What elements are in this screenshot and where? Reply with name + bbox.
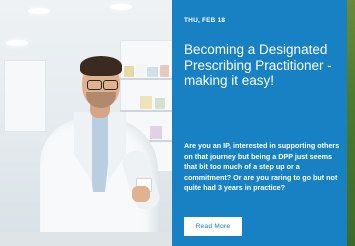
next-card-edge [347,0,355,246]
hair [80,56,122,76]
hand [132,186,150,202]
blog-post-card: THU, FEB 18 Becoming a Designated Prescr… [0,0,355,246]
post-title[interactable]: Becoming a Designated Prescribing Practi… [184,42,350,89]
medicine-box [150,126,162,139]
medicine-box [124,66,134,77]
glasses-lens [103,80,118,90]
ceiling-light [6,40,28,46]
glasses-lens [87,80,102,90]
read-more-button[interactable]: Read More [184,217,242,236]
pharmacy-counter [0,232,172,246]
post-content-panel: THU, FEB 18 Becoming a Designated Prescr… [172,0,355,246]
medicine-box [136,64,145,77]
post-excerpt: Are you an IP, interested in supporting … [184,141,340,193]
medicine-box [147,67,158,77]
ceiling-light [28,8,50,14]
shelf-divider [120,110,172,112]
post-date: THU, FEB 18 [184,17,226,24]
ceiling-light [110,4,132,10]
glasses-icon [85,80,119,90]
medicine-box [155,98,165,109]
pharmacy-shelf [4,60,46,132]
medicine-box [140,96,152,109]
medicine-box [160,65,169,77]
shelf-divider [120,78,172,80]
pharmacist-photo [0,0,172,246]
